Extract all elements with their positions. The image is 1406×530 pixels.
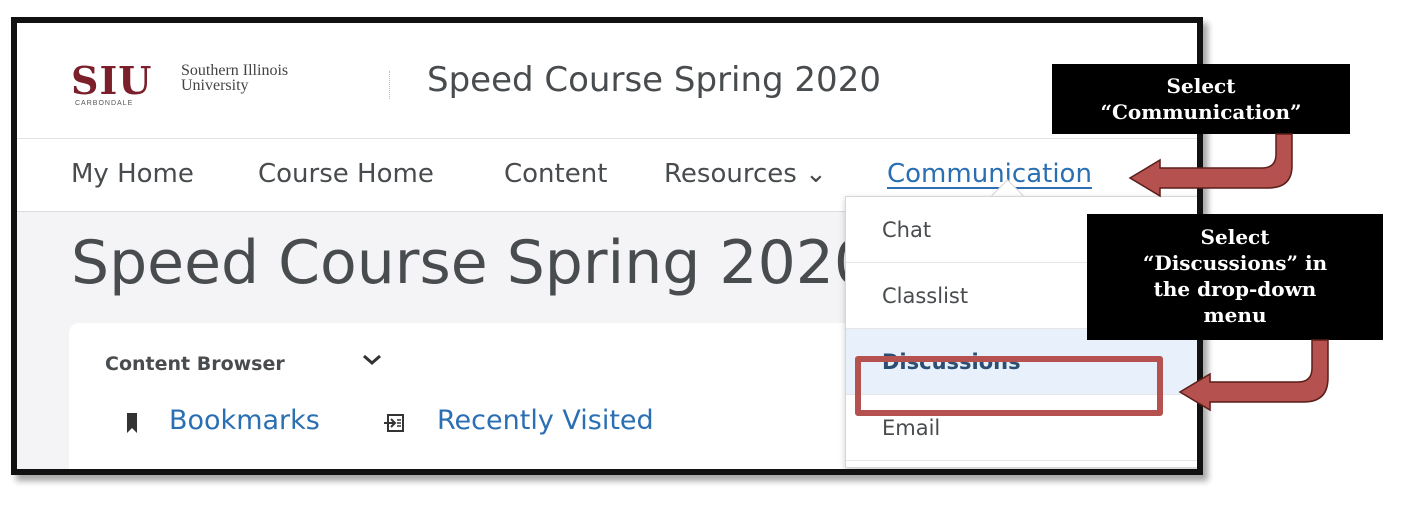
annotation-arrows [1128, 133, 1329, 412]
arrow-to-discussions [1178, 339, 1329, 412]
arrow-to-communication [1128, 133, 1293, 198]
